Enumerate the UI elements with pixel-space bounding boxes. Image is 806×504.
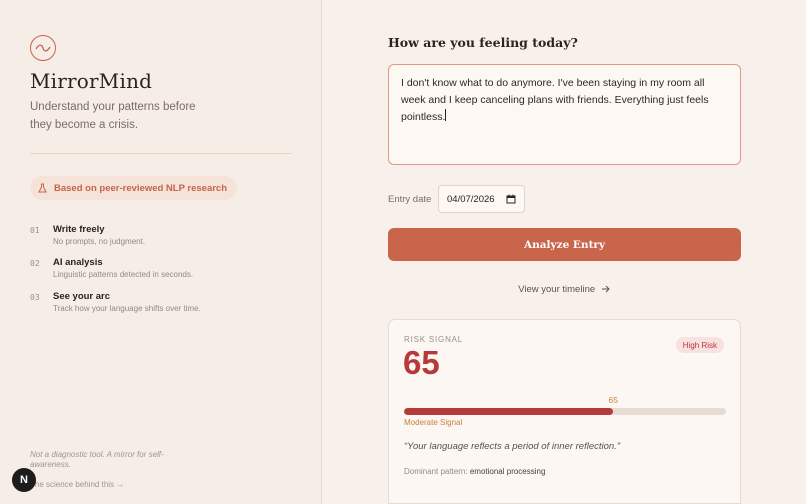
risk-progress-bar [404,408,726,415]
step-description: Linguistic patterns detected in seconds. [53,270,194,279]
step-title: AI analysis [53,257,103,268]
dominant-pattern: Dominant pattern: emotional processing [404,467,545,476]
arrow-right-icon [601,285,610,292]
timeline-link-label: View your timeline [518,284,596,295]
step-number: 01 [30,226,40,235]
entry-text: I don't know what to do anymore. I've be… [401,77,709,123]
step-number: 03 [30,293,40,302]
step-description: No prompts, no judgment. [53,237,146,246]
entry-date-label: Entry date [388,194,432,205]
journal-entry-textarea[interactable]: I don't know what to do anymore. I've be… [388,64,741,165]
tagline: Understand your patterns before they bec… [30,101,196,131]
calendar-icon[interactable] [506,194,516,204]
risk-result-card: RISK SIGNAL 65 High Risk 65 Moderate Sig… [388,319,741,504]
entry-date-input[interactable]: 04/07/2026 [438,185,525,213]
analyze-entry-button[interactable]: Analyze Entry [388,228,741,261]
risk-level-badge: High Risk [675,337,724,353]
risk-signal-label: RISK SIGNAL [404,335,464,344]
divider [30,153,292,154]
dominant-pattern-value: emotional processing [469,467,546,476]
science-link[interactable]: The science behind this → [30,480,124,489]
risk-bar-value: 65 [608,395,618,405]
view-timeline-link[interactable]: View your timeline [388,284,741,295]
research-badge: Based on peer-reviewed NLP research [30,176,238,200]
step-description: Track how your language shifts over time… [53,304,201,313]
signal-level-label: Moderate Signal [404,418,463,427]
step-title: See your arc [53,291,111,302]
wave-logo-icon [30,35,56,61]
risk-progress-fill [404,408,614,415]
page-question: How are you feeling today? [388,35,578,50]
disclaimer: Not a diagnostic tool. A mirror for self… [30,450,164,469]
entry-date-value: 04/07/2026 [447,193,495,205]
sidebar: MirrorMind Understand your patterns befo… [0,0,322,504]
dominant-pattern-label: Dominant pattern: [404,467,468,476]
research-badge-label: Based on peer-reviewed NLP research [54,182,228,194]
dev-tools-badge[interactable]: N [12,468,36,492]
brand-name: MirrorMind [30,69,153,93]
reflection-quote: “Your language reflects a period of inne… [404,441,620,452]
step-title: Write freely [53,224,105,235]
text-caret [445,109,447,121]
flask-icon [38,183,47,193]
risk-score: 65 [403,344,440,381]
step-number: 02 [30,259,40,268]
